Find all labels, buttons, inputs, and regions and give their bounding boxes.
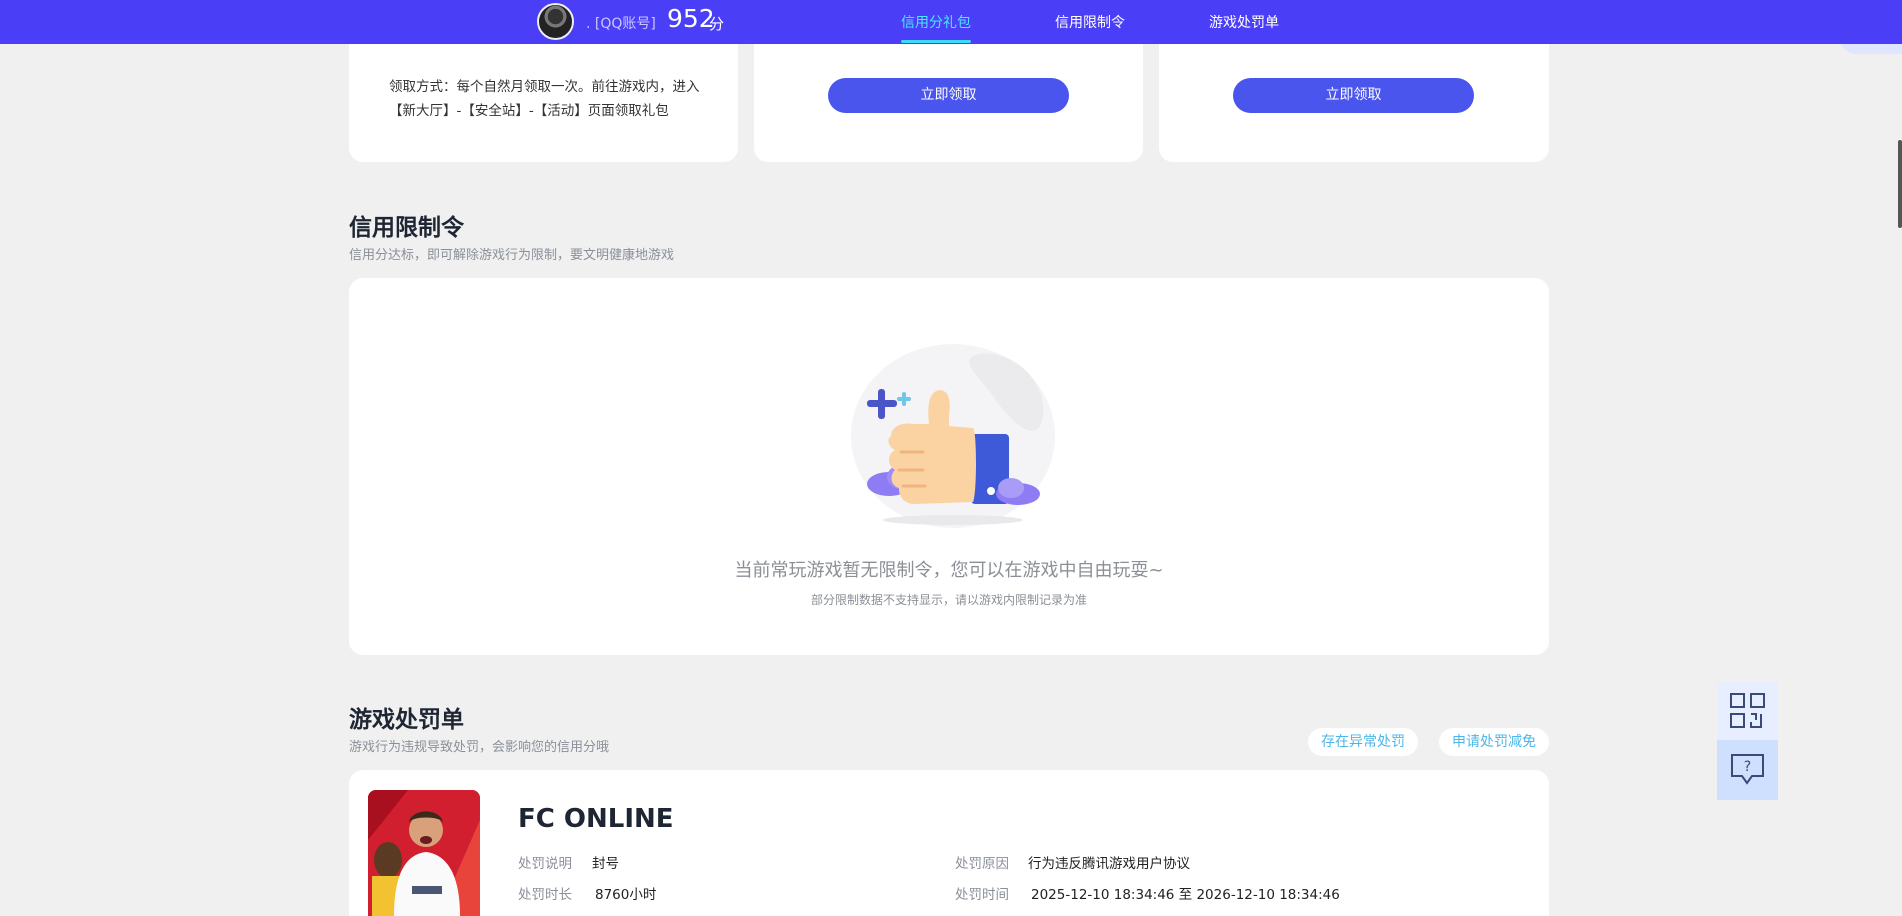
penalty-duration-value: 8760小时 (595, 887, 657, 903)
appeal-penalty-button[interactable]: 申请处罚减免 (1439, 728, 1549, 756)
gift-claim-method: 领取方式：每个自然月领取一次。前往游戏内，进入【新大厅】-【安全站】-【活动】页… (389, 79, 700, 119)
penalty-reason-value: 行为违反腾讯游戏用户协议 (1028, 856, 1190, 872)
claim-button-2[interactable]: 立即领取 (828, 78, 1069, 113)
penalty-desc-label: 处罚说明 (518, 856, 572, 872)
tab-game-penalty[interactable]: 游戏处罚单 (1209, 12, 1279, 32)
penalty-subtitle: 游戏行为违规导致处罚，会影响您的信用分哦 (349, 740, 610, 755)
restriction-empty-note: 部分限制数据不支持显示，请以游戏内限制记录为准 (810, 593, 1087, 607)
penalty-duration-label: 处罚时长 (518, 887, 572, 903)
penalty-time-label: 处罚时间 (955, 887, 1009, 903)
help-question-icon: ? (1731, 754, 1764, 785)
restriction-subtitle: 信用分达标，即可解除游戏行为限制，要文明健康地游戏 (349, 248, 675, 263)
penalty-reason-label: 处罚原因 (955, 856, 1009, 872)
penalty-title: 游戏处罚单 (349, 707, 464, 733)
restriction-empty-message: 当前常玩游戏暂无限制令，您可以在游戏中自由玩耍~ (734, 560, 1164, 581)
page-scrollbar[interactable] (1898, 140, 1902, 228)
active-tab-indicator (901, 40, 971, 43)
claim-button-3[interactable]: 立即领取 (1233, 78, 1474, 113)
game-name: FC ONLINE (518, 804, 674, 834)
qr-code-icon (1730, 693, 1765, 728)
top-bar: . [QQ账号] 952 分 信用分礼包 信用限制令 游戏处罚单 (0, 0, 1902, 44)
penalty-desc-value: 封号 (592, 856, 619, 872)
restriction-title: 信用限制令 (349, 215, 464, 241)
credit-score: 952 (667, 4, 715, 33)
abnormal-penalty-button[interactable]: 存在异常处罚 (1308, 728, 1418, 756)
svg-text:?: ? (1744, 759, 1751, 775)
credit-score-unit: 分 (709, 15, 725, 33)
qr-code-button[interactable] (1717, 682, 1778, 740)
help-button[interactable]: ? (1717, 740, 1778, 800)
thumbs-up-illustration (851, 344, 1055, 528)
game-cover-image (368, 790, 480, 916)
avatar[interactable] (537, 3, 574, 40)
penalty-time-value: 2025-12-10 18:34:46 至 2026-12-10 18:34:4… (1031, 887, 1340, 903)
tab-credit-gift[interactable]: 信用分礼包 (901, 12, 971, 32)
tab-credit-restriction[interactable]: 信用限制令 (1055, 12, 1125, 32)
account-label: . [QQ账号] (586, 16, 656, 32)
